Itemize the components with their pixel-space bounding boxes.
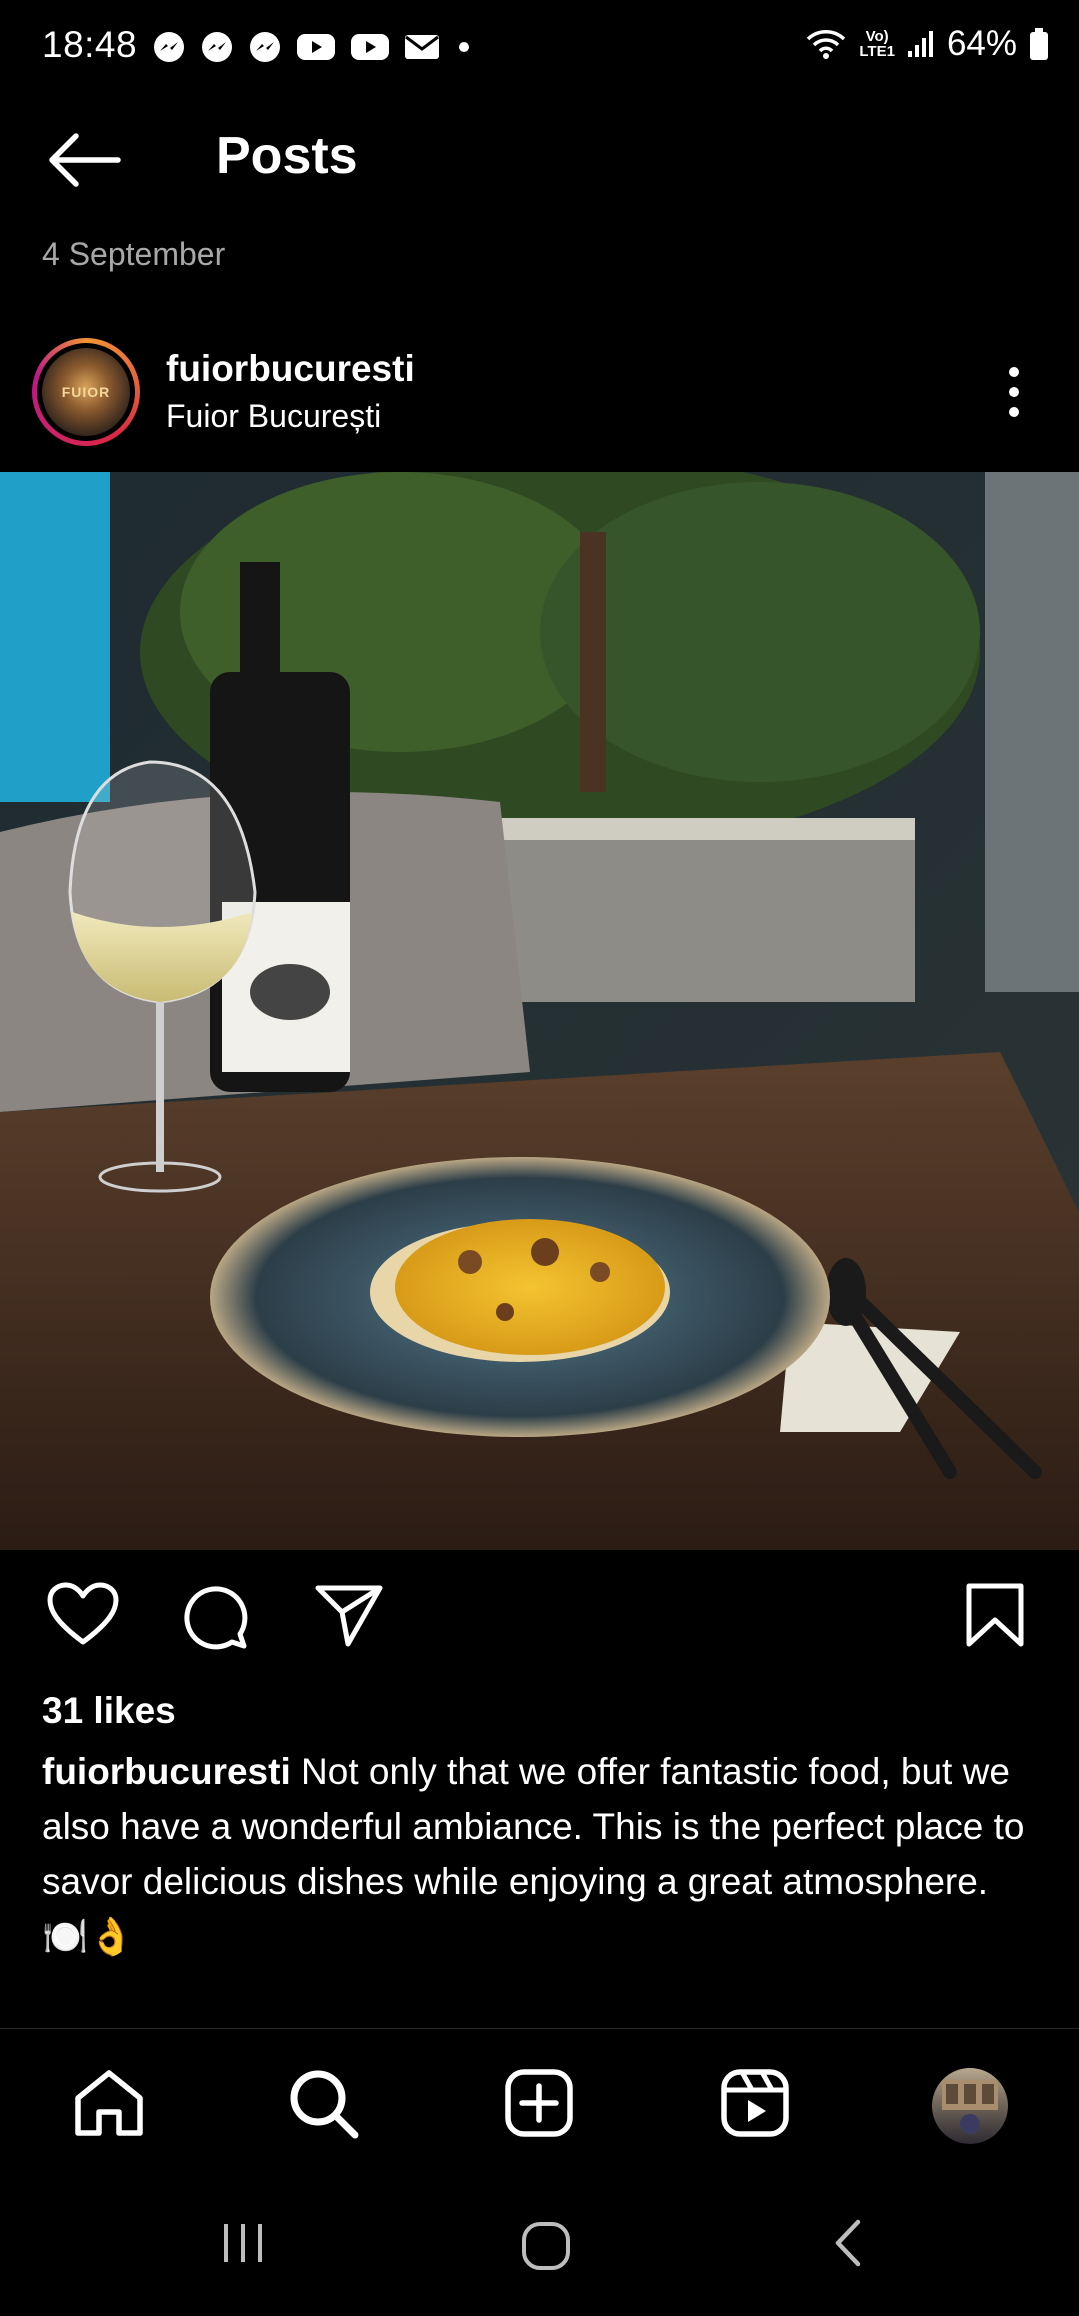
post-username[interactable]: fuiorbucuresti: [166, 348, 415, 390]
battery-percent: 64%: [946, 24, 1017, 63]
messenger-icon: [250, 32, 280, 62]
battery-icon: [1030, 28, 1048, 60]
status-right: Vo) LTE1 64%: [805, 24, 1049, 64]
messenger-icon: [154, 32, 184, 62]
back-chevron-icon[interactable]: [828, 2218, 874, 2268]
heart-icon[interactable]: [46, 1582, 120, 1648]
avatar-logo-text: FUIOR: [61, 384, 111, 400]
volte-top: Vo): [865, 28, 889, 45]
reels-icon[interactable]: [720, 2068, 790, 2138]
bookmark-icon[interactable]: [964, 1582, 1026, 1648]
mail-icon: [405, 35, 439, 59]
post-location[interactable]: Fuior București: [166, 398, 381, 435]
home-icon[interactable]: [72, 2068, 146, 2138]
recents-icon[interactable]: [218, 2218, 268, 2268]
post-image: [0, 472, 1079, 1550]
status-time: 18:48: [42, 24, 138, 65]
post-caption: fuiorbucuresti Not only that we offer fa…: [42, 1744, 1042, 1964]
youtube-icon: [351, 34, 389, 60]
profile-avatar-image: [942, 2080, 998, 2134]
search-icon[interactable]: [288, 2068, 360, 2140]
status-bar: 18:48 Vo) LTE1 64%: [0, 0, 1079, 96]
comment-icon[interactable]: [180, 1582, 250, 1652]
dot-icon: [459, 42, 469, 52]
signal-icon: [907, 31, 933, 57]
post-photo[interactable]: [0, 472, 1079, 1550]
avatar[interactable]: FUIOR: [42, 348, 130, 436]
notification-icons: [152, 30, 474, 64]
wifi-icon: [807, 30, 846, 59]
post-date: 4 September: [42, 236, 226, 272]
volte-indicator: Vo) LTE1: [859, 29, 895, 59]
volte-bottom: LTE1: [859, 43, 895, 60]
messenger-icon: [202, 32, 232, 62]
home-circle-icon[interactable]: [518, 2218, 574, 2274]
create-icon[interactable]: [504, 2068, 574, 2138]
share-icon[interactable]: [314, 1582, 384, 1648]
page-title: Posts: [216, 127, 358, 185]
likes-count[interactable]: 31 likes: [42, 1690, 176, 1732]
more-options-icon[interactable]: [996, 364, 1032, 420]
back-arrow-icon[interactable]: [46, 130, 122, 190]
caption-username[interactable]: fuiorbucuresti: [42, 1751, 291, 1792]
youtube-icon: [297, 34, 335, 60]
profile-avatar[interactable]: [932, 2068, 1008, 2144]
